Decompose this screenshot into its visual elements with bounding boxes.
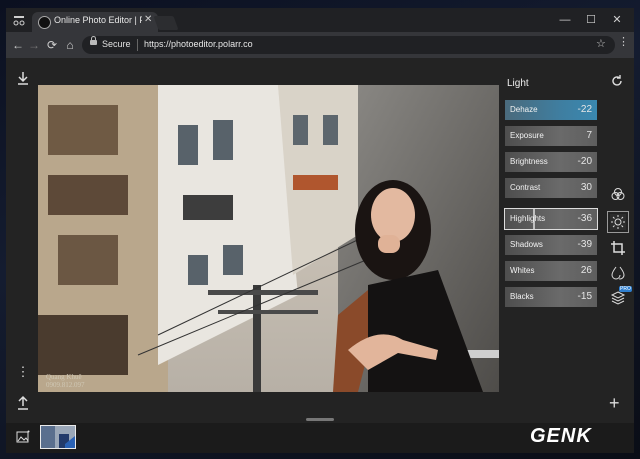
slider-label: Blacks	[510, 292, 534, 301]
browser-toolbar: ← → ⟳ ⌂ Secure https://photoeditor.polar…	[6, 32, 634, 58]
gallery-icon[interactable]	[16, 430, 30, 444]
slider-highlights[interactable]: Highlights -36	[504, 208, 598, 230]
close-window-button[interactable]: ✕	[606, 12, 628, 28]
download-icon[interactable]	[15, 70, 31, 86]
forward-button[interactable]: →	[26, 37, 42, 53]
lock-icon	[90, 36, 97, 45]
retouch-icon[interactable]	[610, 265, 626, 281]
browser-window: Online Photo Editor | Pol ✕ — ☐ ✕ ← → ⟳ …	[6, 8, 634, 453]
more-options-icon[interactable]: ⋮	[15, 364, 31, 380]
secure-label: Secure	[102, 39, 131, 49]
layers-icon[interactable]: PRO	[610, 286, 632, 306]
slider-whites[interactable]: Whites 26	[505, 261, 597, 281]
panel-title: Light	[507, 78, 529, 89]
slider-value: 7	[586, 130, 592, 141]
slider-contrast[interactable]: Contrast 30	[505, 178, 597, 198]
slider-label: Dehaze	[510, 105, 538, 114]
photo-canvas[interactable]: Quang Khuê 0909.812.097	[38, 85, 499, 392]
slider-value: -39	[577, 239, 592, 250]
title-bar: Online Photo Editor | Pol ✕ — ☐ ✕	[6, 8, 634, 32]
slider-label: Exposure	[510, 131, 544, 140]
slider-label: Shadows	[510, 240, 543, 249]
slider-label: Whites	[510, 266, 535, 275]
add-icon[interactable]: +	[609, 394, 620, 412]
maximize-button[interactable]: ☐	[580, 12, 602, 28]
slider-brightness[interactable]: Brightness -20	[505, 152, 597, 172]
slider-value: -22	[577, 104, 592, 115]
edited-photo	[38, 85, 499, 392]
home-button[interactable]: ⌂	[62, 37, 78, 53]
pro-badge: PRO	[619, 286, 632, 292]
slider-value: 30	[580, 182, 592, 193]
slider-dehaze[interactable]: Dehaze -22	[505, 100, 597, 120]
polarr-favicon-icon	[38, 16, 51, 29]
tab-title: Online Photo Editor | Pol	[54, 15, 142, 25]
minimize-button[interactable]: —	[554, 12, 576, 28]
back-button[interactable]: ←	[10, 37, 26, 53]
watermark-name: Quang Khuê	[46, 373, 82, 381]
watermark-phone: 0909.812.097	[46, 381, 85, 389]
slider-exposure[interactable]: Exposure 7	[505, 126, 597, 146]
slider-blacks[interactable]: Blacks -15	[505, 287, 597, 307]
crop-icon[interactable]	[610, 240, 626, 256]
upload-icon[interactable]	[15, 395, 31, 411]
reload-button[interactable]: ⟳	[44, 37, 60, 53]
tab-close-icon[interactable]: ✕	[144, 14, 152, 25]
bookmark-star-icon[interactable]: ☆	[596, 37, 606, 50]
slider-label: Highlights	[510, 214, 546, 223]
photo-thumbnail[interactable]	[40, 425, 76, 449]
slider-value: -36	[577, 213, 592, 224]
new-tab-button[interactable]	[153, 16, 179, 30]
photo-watermark: Quang Khuê 0909.812.097	[46, 373, 85, 389]
browser-menu-icon[interactable]: ⋮	[618, 35, 629, 48]
genk-logo: GENK	[530, 425, 592, 447]
filmstrip-drag-handle[interactable]	[306, 418, 334, 421]
light-icon[interactable]	[607, 211, 629, 233]
slider-value: -15	[577, 291, 592, 302]
browser-tab[interactable]: Online Photo Editor | Pol ✕	[32, 12, 158, 32]
slider-value: 26	[580, 265, 592, 276]
slider-shadows[interactable]: Shadows -39	[505, 235, 597, 255]
slider-label: Contrast	[510, 183, 541, 192]
address-bar[interactable]: Secure https://photoeditor.polarr.co ☆	[82, 36, 615, 54]
address-separator	[137, 39, 138, 51]
incognito-icon	[12, 13, 26, 27]
photo-editor-app: Quang Khuê 0909.812.097 ⋮ Light Dehaze -…	[6, 58, 634, 453]
slider-value: -20	[577, 156, 592, 167]
slider-label: Brightness	[510, 157, 548, 166]
color-icon[interactable]	[610, 186, 626, 202]
url-text[interactable]: https://photoeditor.polarr.co	[144, 39, 253, 49]
reset-icon[interactable]	[610, 74, 624, 88]
